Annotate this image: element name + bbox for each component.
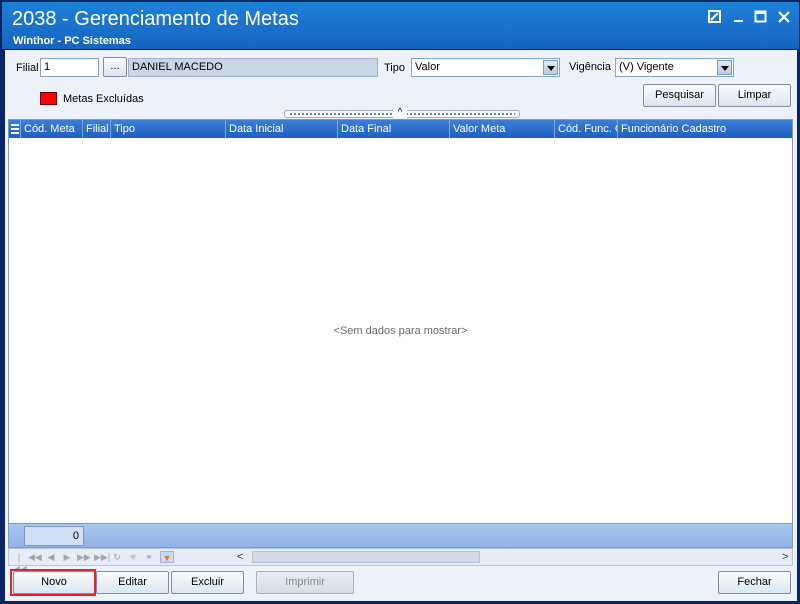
tipo-select[interactable]: Valor — [411, 58, 560, 77]
client-area: Filial 1 ... DANIEL MACEDO Tipo Valor Vi… — [5, 50, 797, 601]
vigencia-select[interactable]: (V) Vigente — [615, 58, 734, 77]
first-record-icon[interactable]: |◀◀ — [13, 551, 27, 574]
window-subtitle: Winthor - PC Sistemas — [13, 35, 131, 47]
print-button[interactable]: Imprimir — [256, 571, 354, 594]
previous-record-icon[interactable]: ◀ — [45, 551, 57, 563]
filial-lookup-button[interactable]: ... — [103, 57, 127, 77]
column-header-valor-meta[interactable]: Valor Meta — [450, 120, 555, 138]
filial-label: Filial — [16, 62, 39, 74]
next-page-icon[interactable]: ▶▶ — [77, 551, 91, 563]
refresh-icon[interactable]: ↻ — [111, 551, 123, 563]
tipo-label: Tipo — [384, 62, 405, 74]
vigencia-label: Vigência — [569, 61, 611, 73]
clear-button[interactable]: Limpar — [718, 84, 791, 107]
column-header-cod-func[interactable]: Cód. Func. C — [555, 120, 618, 138]
grid-header: Cód. Meta Filial Tipo Data Inicial Data … — [9, 120, 792, 138]
chevron-down-icon[interactable] — [543, 60, 558, 75]
column-header-data-final[interactable]: Data Final — [338, 120, 450, 138]
chevron-up-icon[interactable]: ^ — [393, 108, 407, 118]
grid-empty-message: <Sem dados para mostrar> — [333, 325, 468, 337]
filter-icon[interactable]: ▼ — [160, 551, 174, 563]
metas-grid[interactable]: Cód. Meta Filial Tipo Data Inicial Data … — [8, 119, 793, 549]
app-window: 2038 - Gerenciamento de Metas Winthor - … — [0, 0, 800, 604]
window-title: 2038 - Gerenciamento de Metas — [12, 8, 299, 30]
edit-button[interactable]: Editar — [96, 571, 169, 594]
cancel-edit-icon[interactable]: ✴ — [143, 551, 155, 563]
column-header-cod-meta[interactable]: Cód. Meta — [21, 120, 83, 138]
excluded-legend-label: Metas Excluídas — [63, 93, 144, 105]
previous-page-icon[interactable]: ◀◀ — [28, 551, 42, 563]
close-button[interactable]: Fechar — [718, 571, 791, 594]
horizontal-scrollbar-thumb[interactable] — [252, 551, 480, 563]
record-count: 0 — [24, 526, 84, 546]
filial-input[interactable]: 1 — [40, 58, 99, 77]
insert-record-icon[interactable]: ✳ — [127, 551, 139, 563]
last-record-icon[interactable]: ▶▶| — [94, 551, 110, 563]
filial-name-field: DANIEL MACEDO — [128, 58, 378, 77]
next-record-icon[interactable]: ▶ — [61, 551, 73, 563]
panel-splitter[interactable]: ^ — [284, 108, 520, 118]
scroll-left-icon[interactable]: < — [237, 551, 243, 563]
column-header-filial[interactable]: Filial — [83, 120, 111, 138]
close-icon[interactable] — [776, 10, 792, 26]
tipo-select-value: Valor — [415, 61, 440, 73]
column-header-tipo[interactable]: Tipo — [111, 120, 226, 138]
column-chooser-icon[interactable] — [9, 120, 21, 138]
vigencia-select-value: (V) Vigente — [619, 61, 674, 73]
chevron-down-icon[interactable] — [717, 60, 732, 75]
delete-button[interactable]: Excluir — [171, 571, 244, 594]
scroll-right-icon[interactable]: > — [782, 551, 788, 563]
search-button[interactable]: Pesquisar — [643, 84, 716, 107]
new-button-highlight — [10, 569, 96, 596]
grid-footer: 0 — [8, 523, 793, 548]
restore-icon[interactable] — [707, 10, 723, 26]
minimize-icon[interactable] — [731, 10, 747, 26]
column-header-funcionario-cadastro[interactable]: Funcionário Cadastro — [618, 120, 792, 138]
maximize-icon[interactable] — [753, 10, 769, 26]
grid-navigator: |◀◀ ◀◀ ◀ ▶ ▶▶ ▶▶| ↻ ✳ ✴ ▼ < > — [8, 548, 793, 574]
excluded-legend-swatch — [40, 92, 57, 105]
title-bar[interactable]: 2038 - Gerenciamento de Metas Winthor - … — [2, 2, 799, 49]
column-header-data-inicial[interactable]: Data Inicial — [226, 120, 338, 138]
